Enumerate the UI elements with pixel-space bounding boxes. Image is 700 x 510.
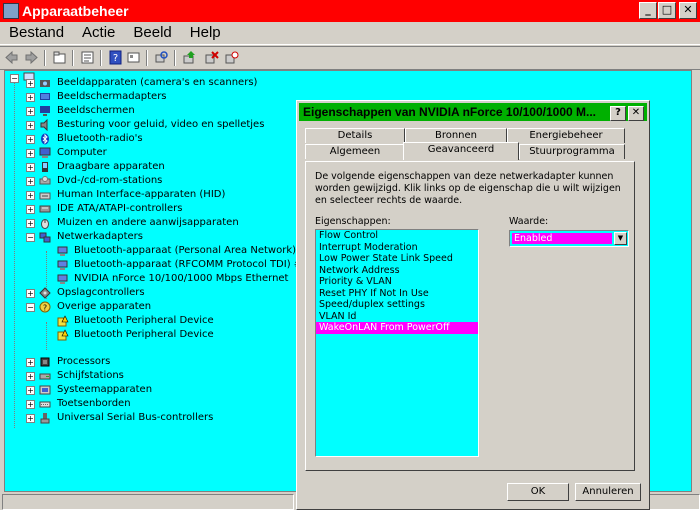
dvd-drive-icon — [39, 175, 51, 187]
mouse-icon — [39, 217, 51, 229]
view-icon[interactable] — [126, 50, 141, 65]
property-item[interactable]: Reset PHY If Not In Use — [316, 288, 478, 300]
disable-icon[interactable] — [224, 50, 239, 65]
warning-device-icon — [57, 329, 69, 341]
property-item[interactable]: VLAN Id — [316, 311, 478, 323]
device-manager-icon — [3, 3, 19, 19]
monitor-icon — [39, 105, 51, 117]
up-folder-icon[interactable] — [52, 50, 67, 65]
toolbar: ? — [0, 46, 700, 70]
cancel-button[interactable]: Annuleren — [575, 483, 641, 501]
property-item[interactable]: Low Power State Link Speed — [316, 253, 478, 265]
dialog-title: Eigenschappen van NVIDIA nForce 10/100/1… — [303, 105, 596, 119]
list-item[interactable]: + Beeldapparaten (camera's en scanners) — [5, 76, 685, 90]
description-text: De volgende eigenschappen van deze netwe… — [315, 171, 621, 206]
close-button[interactable]: ✕ — [679, 2, 697, 19]
tab-stuurprogramma[interactable]: Stuurprogramma — [519, 144, 625, 159]
maximize-button[interactable]: □ — [658, 2, 676, 19]
scan-hardware-icon[interactable] — [154, 50, 169, 65]
disk-drive-icon — [39, 370, 51, 382]
update-driver-icon[interactable] — [182, 50, 197, 65]
svg-text:?: ? — [113, 53, 118, 64]
property-item[interactable]: Priority & VLAN — [316, 276, 478, 288]
system-device-icon — [39, 384, 51, 396]
network-device-icon — [57, 273, 69, 285]
menu-actie[interactable]: Actie — [73, 22, 124, 41]
camera-icon — [39, 77, 51, 89]
dialog-close-button[interactable]: ✕ — [628, 106, 644, 121]
window-title: Apparaatbeheer — [22, 3, 129, 19]
value-dropdown[interactable]: Enabled ▼ — [509, 230, 629, 247]
back-arrow-icon[interactable] — [4, 50, 19, 65]
property-item[interactable]: Speed/duplex settings — [316, 299, 478, 311]
value-label: Waarde: — [509, 216, 549, 227]
network-device-icon — [57, 245, 69, 257]
svg-text:?: ? — [43, 304, 47, 313]
tab-algemeen[interactable]: Algemeen — [305, 144, 405, 159]
property-item[interactable]: Network Address — [316, 265, 478, 277]
help-icon[interactable]: ? — [108, 50, 123, 65]
processor-icon — [39, 356, 51, 368]
menu-help[interactable]: Help — [181, 22, 230, 41]
portable-device-icon — [39, 161, 51, 173]
window-controls: _ □ ✕ — [639, 2, 697, 19]
tab-geavanceerd[interactable]: Geavanceerd — [403, 142, 519, 160]
bluetooth-icon — [39, 133, 51, 145]
minimize-button[interactable]: _ — [639, 2, 657, 19]
other-devices-icon: ? — [39, 301, 51, 313]
chevron-down-icon[interactable]: ▼ — [614, 232, 627, 245]
speaker-icon — [39, 119, 51, 131]
property-item[interactable]: Interrupt Moderation — [316, 242, 478, 254]
properties-icon[interactable] — [80, 50, 95, 65]
properties-list[interactable]: Flow Control Interrupt Moderation Low Po… — [315, 229, 479, 457]
menu-beeld[interactable]: Beeld — [124, 22, 180, 41]
dialog-titlebar: Eigenschappen van NVIDIA nForce 10/100/1… — [299, 103, 647, 121]
dialog-help-button[interactable]: ? — [610, 106, 626, 121]
tab-bronnen[interactable]: Bronnen — [405, 128, 507, 143]
properties-dialog: Eigenschappen van NVIDIA nForce 10/100/1… — [296, 100, 650, 510]
ok-button[interactable]: OK — [507, 483, 569, 501]
value-selected: Enabled — [512, 233, 612, 244]
keyboard-icon — [39, 398, 51, 410]
usb-icon — [39, 412, 51, 424]
storage-controller-icon — [39, 287, 51, 299]
network-device-icon — [57, 259, 69, 271]
menu-bestand[interactable]: Bestand — [0, 22, 73, 41]
warning-device-icon — [57, 315, 69, 327]
network-adapter-icon — [39, 231, 51, 243]
property-item-selected[interactable]: WakeOnLAN From PowerOff — [316, 322, 478, 334]
hid-icon — [39, 189, 51, 201]
property-item[interactable]: Flow Control — [316, 230, 478, 242]
menubar: Bestand Actie Beeld Help — [0, 22, 700, 45]
ide-controller-icon — [39, 203, 51, 215]
vertical-scrollbar[interactable] — [694, 70, 700, 490]
window-titlebar: Apparaatbeheer _ □ ✕ — [0, 0, 700, 22]
tab-details[interactable]: Details — [305, 128, 405, 143]
tab-energiebeheer[interactable]: Energiebeheer — [507, 128, 625, 143]
display-adapter-icon — [39, 91, 51, 103]
forward-arrow-icon[interactable] — [24, 50, 39, 65]
uninstall-icon[interactable] — [204, 50, 219, 65]
computer-icon — [39, 147, 51, 159]
properties-label: Eigenschappen: — [315, 216, 391, 227]
